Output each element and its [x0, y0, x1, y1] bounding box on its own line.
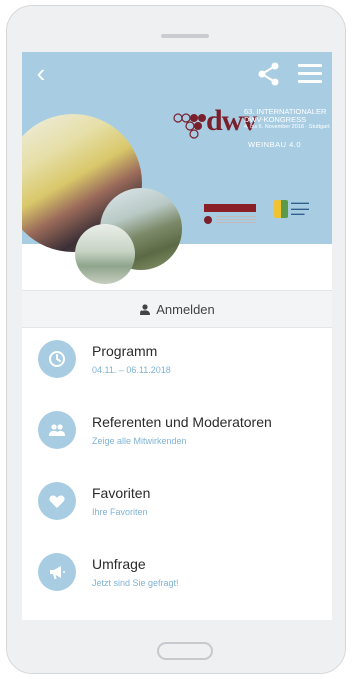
glass-photo — [75, 224, 135, 284]
top-bar: ‹ — [22, 52, 332, 96]
sponsor-logo-right: ▬▬▬▬ ▬▬▬▬ ▬▬▬ — [274, 200, 328, 236]
menu-item-title: Programm — [92, 343, 158, 359]
menu-item-referenten[interactable]: Referenten und Moderatoren Zeige alle Mi… — [22, 399, 332, 470]
megaphone-icon — [38, 553, 76, 591]
menu-item-subtitle: 04.11. – 06.11.2018 — [92, 365, 171, 375]
clock-icon — [38, 340, 76, 378]
heart-icon — [38, 482, 76, 520]
phone-speaker — [161, 34, 209, 38]
menu-item-subtitle: Ihre Favoriten — [92, 507, 148, 517]
app-screen: ‹ dwv 63. INTERNATIONALER DWV-KONGRESS 4… — [22, 52, 332, 620]
share-icon[interactable] — [256, 61, 282, 87]
banner-date: 4. bis 6. November 2018 · Stuttgart — [244, 124, 330, 130]
event-banner: dwv 63. INTERNATIONALER DWV-KONGRESS 4. … — [22, 96, 332, 290]
login-bar[interactable]: Anmelden — [22, 290, 332, 328]
menu-item-subtitle: Jetzt sind Sie gefragt! — [92, 578, 179, 588]
menu-item-title: Referenten und Moderatoren — [92, 414, 272, 430]
login-label: Anmelden — [156, 301, 215, 317]
people-icon — [38, 411, 76, 449]
hamburger-menu-icon[interactable] — [298, 64, 322, 84]
menu-item-title: Favoriten — [92, 485, 151, 501]
menu-item-favoriten[interactable]: Favoriten Ihre Favoriten — [22, 470, 332, 541]
home-button[interactable] — [157, 642, 213, 660]
menu-item-title: Umfrage — [92, 556, 146, 572]
banner-title: 63. INTERNATIONALER DWV-KONGRESS — [244, 107, 327, 124]
menu-item-umfrage[interactable]: Umfrage Jetzt sind Sie gefragt! — [22, 541, 332, 612]
user-plus-icon — [140, 303, 151, 315]
sponsor-logo-left — [204, 204, 256, 234]
menu-item-subtitle: Zeige alle Mitwirkenden — [92, 436, 187, 446]
chevron-left-icon[interactable]: ‹ — [28, 60, 54, 87]
main-menu: Programm 04.11. – 06.11.2018 Referenten … — [22, 328, 332, 612]
crest-icon — [274, 200, 288, 218]
menu-item-programm[interactable]: Programm 04.11. – 06.11.2018 — [22, 328, 332, 399]
banner-motto: WEINBAU 4.0 — [248, 140, 302, 149]
